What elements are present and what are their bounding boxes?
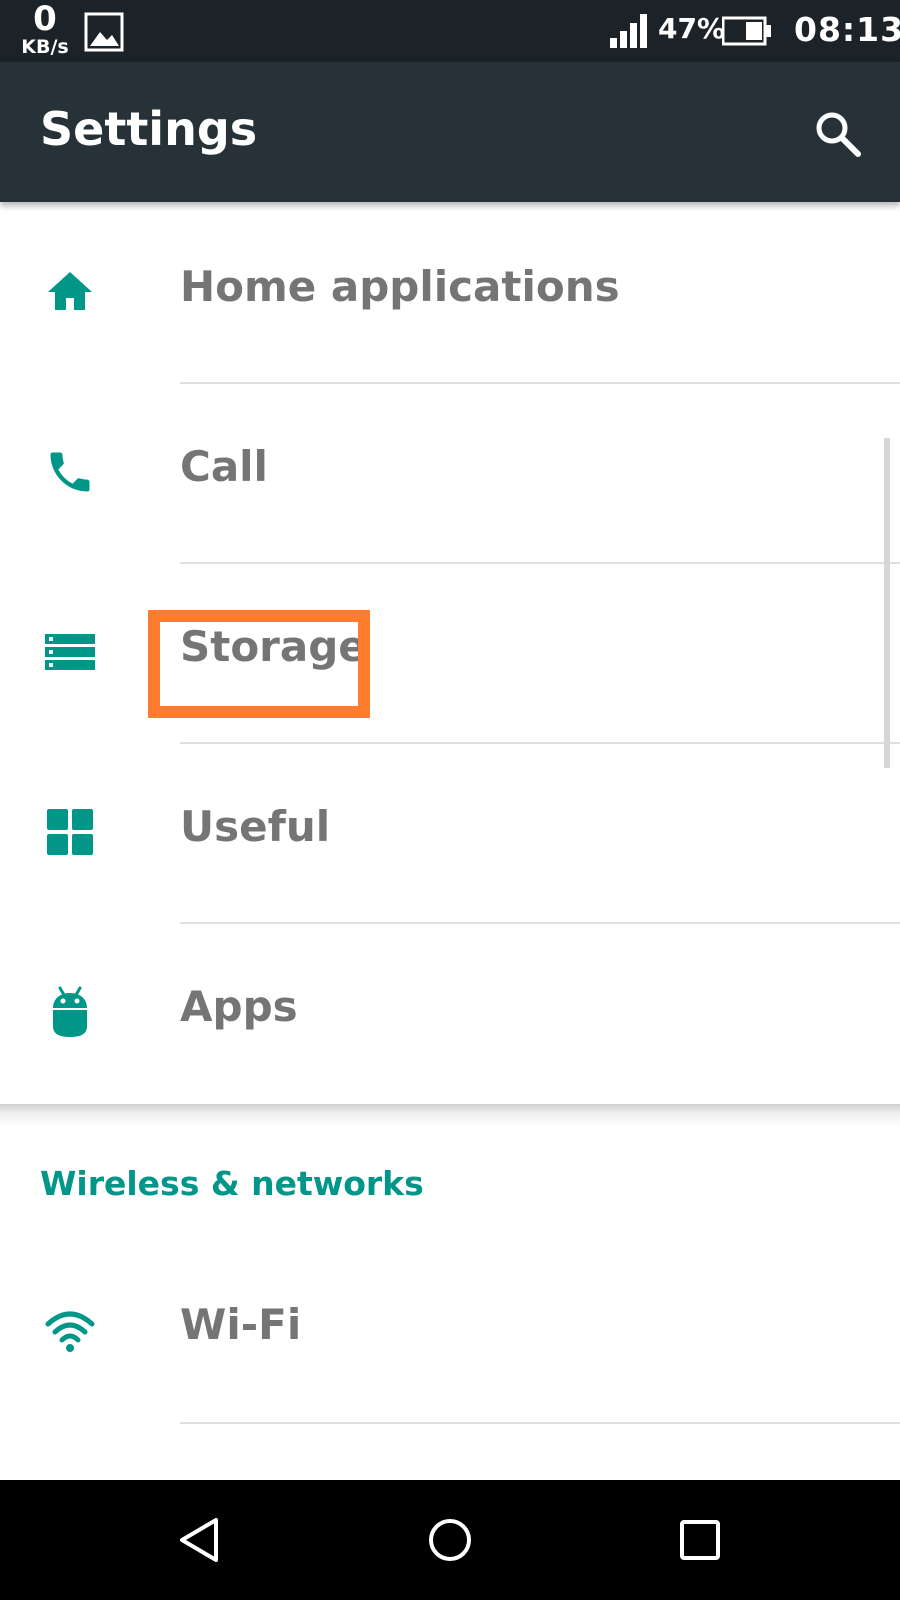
network-speed: 0 KB/s	[14, 2, 76, 57]
storage-icon	[45, 634, 95, 670]
settings-item-label: Apps	[180, 982, 298, 1031]
network-speed-value: 0	[33, 0, 57, 39]
search-button[interactable]	[812, 108, 864, 160]
section-separator	[0, 1104, 900, 1126]
home-button[interactable]	[418, 1508, 482, 1572]
section-header-wireless: Wireless & networks	[40, 1164, 424, 1203]
battery-icon	[722, 16, 771, 46]
recents-icon	[680, 1520, 720, 1560]
home-icon	[48, 272, 92, 310]
settings-item-label: Call	[180, 442, 268, 491]
settings-item-home-applications[interactable]: Home applications	[0, 202, 900, 382]
grid-icon	[47, 809, 93, 855]
settings-item-useful[interactable]: Useful	[0, 742, 900, 922]
settings-item-wifi[interactable]: Wi-Fi	[0, 1240, 900, 1420]
phone-icon	[50, 452, 90, 492]
settings-item-call[interactable]: Call	[0, 382, 900, 562]
battery-percent: 47%	[658, 12, 726, 45]
divider	[180, 1422, 900, 1424]
signal-icon	[610, 14, 647, 48]
gallery-notification-icon	[84, 12, 124, 52]
settings-item-label: Home applications	[180, 262, 620, 311]
search-icon	[816, 112, 861, 157]
settings-item-label: Wi-Fi	[180, 1300, 302, 1349]
settings-item-label: Useful	[180, 802, 331, 851]
wifi-icon	[45, 1311, 95, 1352]
scrollbar-thumb[interactable]	[884, 438, 890, 768]
status-bar: 0 KB/s 47% 08:13	[0, 0, 900, 62]
settings-item-apps[interactable]: Apps	[0, 922, 900, 1102]
clock: 08:13	[794, 10, 900, 49]
back-icon	[180, 1518, 218, 1562]
settings-item-storage[interactable]: Storage	[0, 562, 900, 742]
page-title: Settings	[40, 102, 258, 156]
toolbar: Settings	[0, 62, 900, 202]
back-button[interactable]	[168, 1508, 232, 1572]
storage-highlight-box	[148, 610, 370, 718]
network-speed-unit: KB/s	[21, 36, 69, 58]
android-icon	[53, 986, 87, 1037]
recents-button[interactable]	[668, 1508, 732, 1572]
home-circle-icon	[429, 1519, 471, 1561]
navigation-bar	[0, 1480, 900, 1600]
